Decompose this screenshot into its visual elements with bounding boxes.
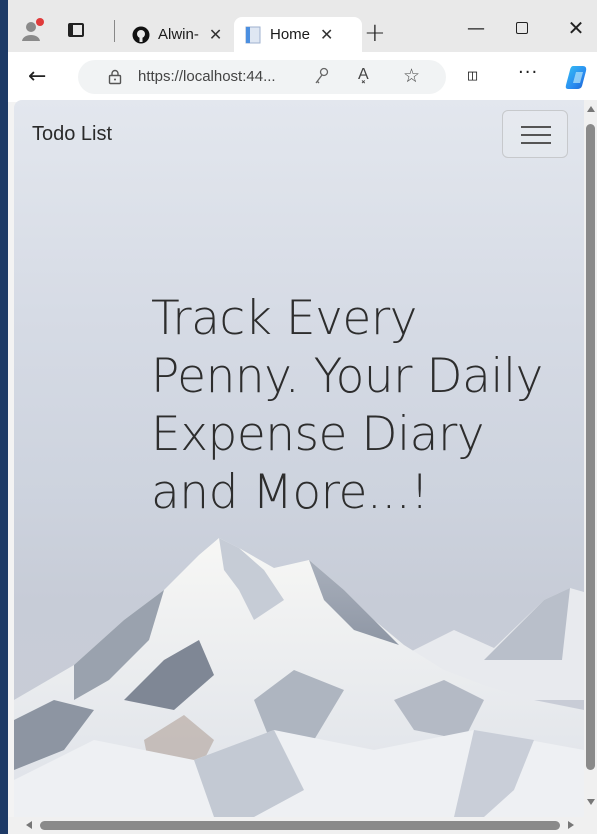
github-icon xyxy=(132,26,150,44)
close-tab-icon[interactable]: ✕ xyxy=(320,25,333,44)
browser-toolbar: ← https://localhost:44... A͓ ☆ ◫ ··· xyxy=(8,52,597,102)
horizontal-scrollbar[interactable] xyxy=(8,817,597,834)
new-tab-button[interactable]: + xyxy=(364,20,386,46)
navbar-toggler-button[interactable] xyxy=(502,110,568,158)
close-window-button[interactable]: ✕ xyxy=(556,14,596,42)
hamburger-menu-icon xyxy=(521,126,551,128)
hamburger-menu-icon xyxy=(521,142,551,144)
tab-github[interactable]: Alwin- ✕ xyxy=(122,17,234,52)
page-viewport: Todo List Track Every Penny. Your Daily … xyxy=(14,100,584,817)
scroll-thumb[interactable] xyxy=(586,124,595,770)
scroll-left-icon[interactable] xyxy=(26,821,32,829)
tab-strip: Alwin- ✕ Home ✕ + — ✕ xyxy=(8,0,597,52)
navbar-brand[interactable]: Todo List xyxy=(32,123,112,146)
address-bar[interactable]: https://localhost:44... A͓ ☆ xyxy=(78,60,446,94)
maximize-button[interactable] xyxy=(502,14,542,42)
site-info-icon[interactable] xyxy=(108,69,122,85)
minimize-button[interactable]: — xyxy=(456,14,496,42)
scroll-thumb[interactable] xyxy=(40,821,560,830)
page-icon xyxy=(244,26,262,44)
back-button[interactable]: ← xyxy=(28,64,46,89)
url-text[interactable]: https://localhost:44... xyxy=(138,68,276,85)
maximize-icon xyxy=(516,22,528,34)
more-options-icon[interactable]: ··· xyxy=(518,62,538,83)
tab-title: Alwin- xyxy=(158,26,199,43)
hero-line: Penny. Your Daily xyxy=(151,349,543,404)
scroll-up-icon[interactable] xyxy=(587,106,595,112)
read-aloud-icon[interactable]: A͓ xyxy=(358,66,369,84)
desktop-edge xyxy=(0,0,8,834)
tab-actions-icon[interactable] xyxy=(68,23,84,37)
vertical-scrollbar[interactable] xyxy=(584,100,597,817)
close-tab-icon[interactable]: ✕ xyxy=(209,25,222,44)
copilot-icon[interactable] xyxy=(564,64,590,90)
favorite-star-icon[interactable]: ☆ xyxy=(403,65,420,87)
split-screen-icon[interactable]: ◫ xyxy=(468,66,477,84)
tab-title: Home xyxy=(270,26,311,43)
password-key-icon[interactable] xyxy=(314,67,330,85)
hero-heading: Track Every Penny. Your Daily Expense Di… xyxy=(151,290,581,522)
profile-avatar-icon[interactable] xyxy=(20,17,46,43)
hamburger-menu-icon xyxy=(521,134,551,136)
browser-window: Alwin- ✕ Home ✕ + — ✕ ← https://localhos… xyxy=(8,0,597,834)
hero-line: Expense Diary xyxy=(151,407,485,462)
scroll-down-icon[interactable] xyxy=(587,799,595,805)
divider xyxy=(114,20,115,42)
scroll-right-icon[interactable] xyxy=(568,821,574,829)
hero-line: and More...! xyxy=(151,465,429,520)
hero-line: Track Every xyxy=(151,291,418,346)
tab-home[interactable]: Home ✕ xyxy=(234,17,362,52)
